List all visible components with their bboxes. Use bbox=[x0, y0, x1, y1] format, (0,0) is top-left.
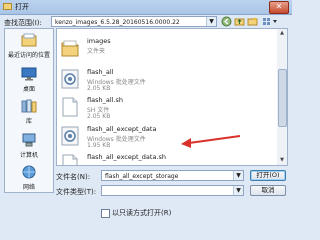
library-icon bbox=[21, 99, 37, 113]
chevron-down-icon[interactable]: ▼ bbox=[233, 186, 243, 195]
list-item[interactable]: flash_all_except_data.sh bbox=[57, 151, 278, 165]
back-icon[interactable] bbox=[221, 16, 232, 27]
file-name: images bbox=[87, 37, 111, 45]
file-list-scrollbar[interactable]: ▲ ▼ bbox=[277, 28, 288, 166]
list-item[interactable]: flash_all.sh SH 文件 2.05 KB bbox=[57, 94, 278, 122]
view-menu-icon[interactable] bbox=[262, 16, 278, 27]
recent-icon bbox=[21, 33, 37, 47]
current-folder-text: kenzo_images_6.5.28_20160516.0000.22 bbox=[55, 19, 180, 26]
title-bar: 打开 ✕ bbox=[0, 0, 292, 15]
app-icon bbox=[3, 3, 12, 10]
text-file-icon bbox=[62, 97, 78, 117]
filename-value: flash_all_except_storage bbox=[105, 173, 179, 180]
red-arrow-annotation bbox=[181, 135, 241, 148]
batch-file-icon bbox=[61, 126, 79, 146]
place-label: 网络 bbox=[22, 184, 35, 191]
scroll-up-icon[interactable]: ▲ bbox=[277, 29, 287, 38]
file-size: 2.05 KB bbox=[87, 113, 111, 120]
new-folder-icon[interactable] bbox=[247, 16, 258, 27]
place-network[interactable]: 网络 bbox=[5, 165, 53, 191]
folder-icon bbox=[61, 40, 79, 57]
readonly-checkbox[interactable] bbox=[101, 209, 110, 218]
place-label: 计算机 bbox=[19, 152, 38, 159]
file-type: 文件夹 bbox=[87, 48, 106, 55]
place-library[interactable]: 库 bbox=[5, 99, 53, 125]
place-recent[interactable]: 最近访问的位置 bbox=[5, 33, 53, 59]
window-title: 打开 bbox=[15, 3, 29, 11]
place-computer[interactable]: 计算机 bbox=[5, 133, 53, 159]
cancel-button[interactable]: 取消 bbox=[250, 185, 286, 196]
file-name: flash_all.sh bbox=[87, 96, 124, 104]
scroll-down-icon[interactable]: ▼ bbox=[277, 156, 287, 165]
batch-file-icon bbox=[61, 69, 79, 89]
open-button[interactable]: 打开(O) bbox=[250, 170, 286, 181]
filename-input[interactable]: flash_all_except_storage ▼ bbox=[101, 170, 244, 181]
chevron-down-icon[interactable]: ▼ bbox=[206, 17, 216, 26]
place-label: 最近访问的位置 bbox=[7, 52, 50, 59]
filetype-select[interactable]: ▼ bbox=[101, 185, 244, 196]
scroll-thumb[interactable] bbox=[278, 69, 287, 127]
desktop-icon bbox=[21, 67, 37, 81]
look-in-label: 查找范围(I): bbox=[4, 19, 42, 27]
file-size: 2.05 KB bbox=[87, 85, 111, 92]
filename-label: 文件名(N): bbox=[56, 173, 91, 181]
file-list[interactable]: images 文件夹 flash_all Windows 批处理文件 2.05 … bbox=[56, 28, 279, 166]
network-icon bbox=[22, 165, 36, 179]
file-name: flash_all_except_data bbox=[87, 125, 157, 133]
list-item[interactable]: images 文件夹 bbox=[57, 35, 278, 63]
places-bar: 最近访问的位置 桌面 库 计算机 网络 bbox=[4, 28, 54, 193]
place-label: 库 bbox=[25, 118, 32, 125]
readonly-label: 以只读方式打开(R) bbox=[112, 209, 172, 217]
list-item[interactable]: flash_all Windows 批处理文件 2.05 KB bbox=[57, 66, 278, 94]
place-label: 桌面 bbox=[22, 86, 35, 93]
up-folder-icon[interactable] bbox=[234, 16, 245, 27]
chevron-down-icon[interactable]: ▼ bbox=[233, 171, 243, 180]
filetype-label: 文件类型(T): bbox=[56, 188, 97, 196]
file-name: flash_all_except_data.sh bbox=[87, 153, 167, 161]
file-name: flash_all bbox=[87, 68, 114, 76]
look-in-combo[interactable]: kenzo_images_6.5.28_20160516.0000.22 ▼ bbox=[51, 16, 217, 27]
close-button[interactable]: ✕ bbox=[269, 1, 289, 14]
text-file-icon bbox=[62, 154, 78, 165]
list-item[interactable]: flash_all_except_data Windows 批处理文件 1.95… bbox=[57, 123, 278, 151]
computer-icon bbox=[22, 133, 36, 147]
file-size: 1.95 KB bbox=[87, 142, 111, 149]
place-desktop[interactable]: 桌面 bbox=[5, 67, 53, 93]
